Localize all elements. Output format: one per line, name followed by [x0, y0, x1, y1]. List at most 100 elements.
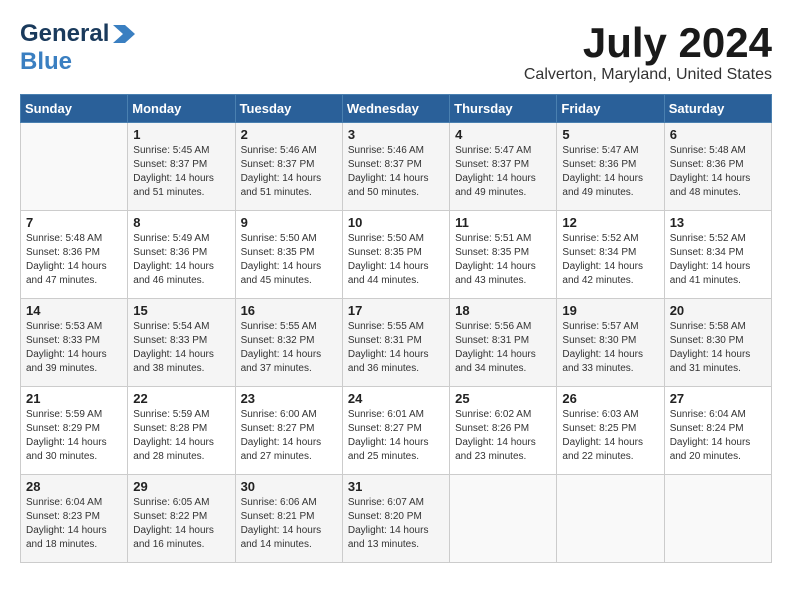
calendar-cell: 18 Sunrise: 5:56 AM Sunset: 8:31 PM Dayli… — [450, 299, 557, 387]
calendar-cell: 26Sunrise: 6:03 AM Sunset: 8:25 PM Dayli… — [557, 387, 664, 475]
calendar-cell: 29 Sunrise: 6:05 AM Sunset: 8:22 PM Dayli… — [128, 475, 235, 563]
day-number: 7 — [26, 215, 122, 230]
day-content: Sunrise: 5:54 AM Sunset: 8:33 PM Dayligh… — [133, 320, 229, 376]
calendar-table: SundayMondayTuesdayWednesdayThursdayFrid… — [20, 94, 772, 563]
day-number: 25 — [455, 391, 551, 406]
day-number: 4 — [455, 127, 551, 142]
day-header-wednesday: Wednesday — [342, 95, 449, 123]
calendar-cell: 5Sunrise: 5:47 AM Sunset: 8:36 PM Daylig… — [557, 123, 664, 211]
calendar-cell: 28Sunrise: 6:04 AM Sunset: 8:23 PM Dayli… — [21, 475, 128, 563]
day-number: 9 — [241, 215, 337, 230]
day-content: Sunrise: 5:46 AM Sunset: 8:37 PM Dayligh… — [348, 144, 444, 200]
calendar-cell: 9 Sunrise: 5:50 AM Sunset: 8:35 PM Daylig… — [235, 211, 342, 299]
day-header-friday: Friday — [557, 95, 664, 123]
calendar-cell — [21, 123, 128, 211]
day-content: Sunrise: 6:05 AM Sunset: 8:22 PM Dayligh… — [133, 496, 229, 552]
day-content: Sunrise: 6:04 AM Sunset: 8:24 PM Dayligh… — [670, 408, 766, 464]
day-content: Sunrise: 5:55 AM Sunset: 8:32 PM Dayligh… — [241, 320, 337, 376]
logo-blue: Blue — [20, 48, 72, 76]
week-row-4: 21 Sunrise: 5:59 AM Sunset: 8:29 PM Dayli… — [21, 387, 772, 475]
calendar-cell: 7Sunrise: 5:48 AM Sunset: 8:36 PM Daylig… — [21, 211, 128, 299]
calendar-cell: 16Sunrise: 5:55 AM Sunset: 8:32 PM Dayli… — [235, 299, 342, 387]
day-content: Sunrise: 6:07 AM Sunset: 8:20 PM Dayligh… — [348, 496, 444, 552]
day-number: 20 — [670, 303, 766, 318]
day-number: 19 — [562, 303, 658, 318]
day-number: 17 — [348, 303, 444, 318]
calendar-cell: 3Sunrise: 5:46 AM Sunset: 8:37 PM Daylig… — [342, 123, 449, 211]
calendar-body: 1 Sunrise: 5:45 AM Sunset: 8:37 PM Daylig… — [21, 123, 772, 563]
day-number: 27 — [670, 391, 766, 406]
calendar-cell: 13Sunrise: 5:52 AM Sunset: 8:34 PM Dayli… — [664, 211, 771, 299]
calendar-cell: 4 Sunrise: 5:47 AM Sunset: 8:37 PM Daylig… — [450, 123, 557, 211]
calendar-cell: 8Sunrise: 5:49 AM Sunset: 8:36 PM Daylig… — [128, 211, 235, 299]
calendar-cell: 10 Sunrise: 5:50 AM Sunset: 8:35 PM Dayli… — [342, 211, 449, 299]
calendar-cell — [664, 475, 771, 563]
week-row-2: 7Sunrise: 5:48 AM Sunset: 8:36 PM Daylig… — [21, 211, 772, 299]
day-header-thursday: Thursday — [450, 95, 557, 123]
calendar-cell: 25 Sunrise: 6:02 AM Sunset: 8:26 PM Dayli… — [450, 387, 557, 475]
calendar-cell: 21 Sunrise: 5:59 AM Sunset: 8:29 PM Dayli… — [21, 387, 128, 475]
day-number: 22 — [133, 391, 229, 406]
day-content: Sunrise: 5:45 AM Sunset: 8:37 PM Dayligh… — [133, 144, 229, 200]
day-number: 21 — [26, 391, 122, 406]
calendar-cell: 6Sunrise: 5:48 AM Sunset: 8:36 PM Daylig… — [664, 123, 771, 211]
day-content: Sunrise: 5:50 AM Sunset: 8:35 PM Dayligh… — [241, 232, 337, 288]
logo: General Blue — [20, 20, 135, 76]
calendar-cell: 15 Sunrise: 5:54 AM Sunset: 8:33 PM Dayli… — [128, 299, 235, 387]
calendar-cell: 2Sunrise: 5:46 AM Sunset: 8:37 PM Daylig… — [235, 123, 342, 211]
day-number: 11 — [455, 215, 551, 230]
calendar-cell: 11 Sunrise: 5:51 AM Sunset: 8:35 PM Dayli… — [450, 211, 557, 299]
week-row-5: 28Sunrise: 6:04 AM Sunset: 8:23 PM Dayli… — [21, 475, 772, 563]
day-content: Sunrise: 6:03 AM Sunset: 8:25 PM Dayligh… — [562, 408, 658, 464]
day-number: 29 — [133, 479, 229, 494]
day-content: Sunrise: 5:58 AM Sunset: 8:30 PM Dayligh… — [670, 320, 766, 376]
page-header: General Blue July 2024 Calverton, Maryla… — [20, 20, 772, 84]
day-number: 18 — [455, 303, 551, 318]
day-content: Sunrise: 6:00 AM Sunset: 8:27 PM Dayligh… — [241, 408, 337, 464]
day-header-monday: Monday — [128, 95, 235, 123]
week-row-1: 1 Sunrise: 5:45 AM Sunset: 8:37 PM Daylig… — [21, 123, 772, 211]
day-content: Sunrise: 5:56 AM Sunset: 8:31 PM Dayligh… — [455, 320, 551, 376]
calendar-cell: 20 Sunrise: 5:58 AM Sunset: 8:30 PM Dayli… — [664, 299, 771, 387]
day-number: 1 — [133, 127, 229, 142]
calendar-cell — [557, 475, 664, 563]
day-content: Sunrise: 5:52 AM Sunset: 8:34 PM Dayligh… — [670, 232, 766, 288]
calendar-cell: 17 Sunrise: 5:55 AM Sunset: 8:31 PM Dayli… — [342, 299, 449, 387]
day-content: Sunrise: 5:47 AM Sunset: 8:37 PM Dayligh… — [455, 144, 551, 200]
title-block: July 2024 Calverton, Maryland, United St… — [524, 20, 772, 84]
day-number: 14 — [26, 303, 122, 318]
day-number: 8 — [133, 215, 229, 230]
day-content: Sunrise: 5:50 AM Sunset: 8:35 PM Dayligh… — [348, 232, 444, 288]
day-number: 2 — [241, 127, 337, 142]
day-content: Sunrise: 5:57 AM Sunset: 8:30 PM Dayligh… — [562, 320, 658, 376]
day-header-sunday: Sunday — [21, 95, 128, 123]
calendar-cell: 27 Sunrise: 6:04 AM Sunset: 8:24 PM Dayli… — [664, 387, 771, 475]
day-number: 23 — [241, 391, 337, 406]
calendar-cell: 19 Sunrise: 5:57 AM Sunset: 8:30 PM Dayli… — [557, 299, 664, 387]
calendar-cell: 24Sunrise: 6:01 AM Sunset: 8:27 PM Dayli… — [342, 387, 449, 475]
day-content: Sunrise: 6:02 AM Sunset: 8:26 PM Dayligh… — [455, 408, 551, 464]
day-header-saturday: Saturday — [664, 95, 771, 123]
day-content: Sunrise: 5:51 AM Sunset: 8:35 PM Dayligh… — [455, 232, 551, 288]
day-header-tuesday: Tuesday — [235, 95, 342, 123]
day-content: Sunrise: 5:52 AM Sunset: 8:34 PM Dayligh… — [562, 232, 658, 288]
day-content: Sunrise: 5:59 AM Sunset: 8:29 PM Dayligh… — [26, 408, 122, 464]
calendar-cell: 30Sunrise: 6:06 AM Sunset: 8:21 PM Dayli… — [235, 475, 342, 563]
day-number: 31 — [348, 479, 444, 494]
calendar-cell: 1 Sunrise: 5:45 AM Sunset: 8:37 PM Daylig… — [128, 123, 235, 211]
day-header-row: SundayMondayTuesdayWednesdayThursdayFrid… — [21, 95, 772, 123]
day-number: 5 — [562, 127, 658, 142]
day-content: Sunrise: 5:53 AM Sunset: 8:33 PM Dayligh… — [26, 320, 122, 376]
calendar-header: SundayMondayTuesdayWednesdayThursdayFrid… — [21, 95, 772, 123]
calendar-cell: 14 Sunrise: 5:53 AM Sunset: 8:33 PM Dayli… — [21, 299, 128, 387]
day-content: Sunrise: 6:06 AM Sunset: 8:21 PM Dayligh… — [241, 496, 337, 552]
day-number: 10 — [348, 215, 444, 230]
location: Calverton, Maryland, United States — [524, 66, 772, 84]
day-content: Sunrise: 6:04 AM Sunset: 8:23 PM Dayligh… — [26, 496, 122, 552]
calendar-cell: 23 Sunrise: 6:00 AM Sunset: 8:27 PM Dayli… — [235, 387, 342, 475]
calendar-cell: 22Sunrise: 5:59 AM Sunset: 8:28 PM Dayli… — [128, 387, 235, 475]
day-number: 15 — [133, 303, 229, 318]
day-content: Sunrise: 5:55 AM Sunset: 8:31 PM Dayligh… — [348, 320, 444, 376]
day-number: 6 — [670, 127, 766, 142]
calendar-cell: 31 Sunrise: 6:07 AM Sunset: 8:20 PM Dayli… — [342, 475, 449, 563]
